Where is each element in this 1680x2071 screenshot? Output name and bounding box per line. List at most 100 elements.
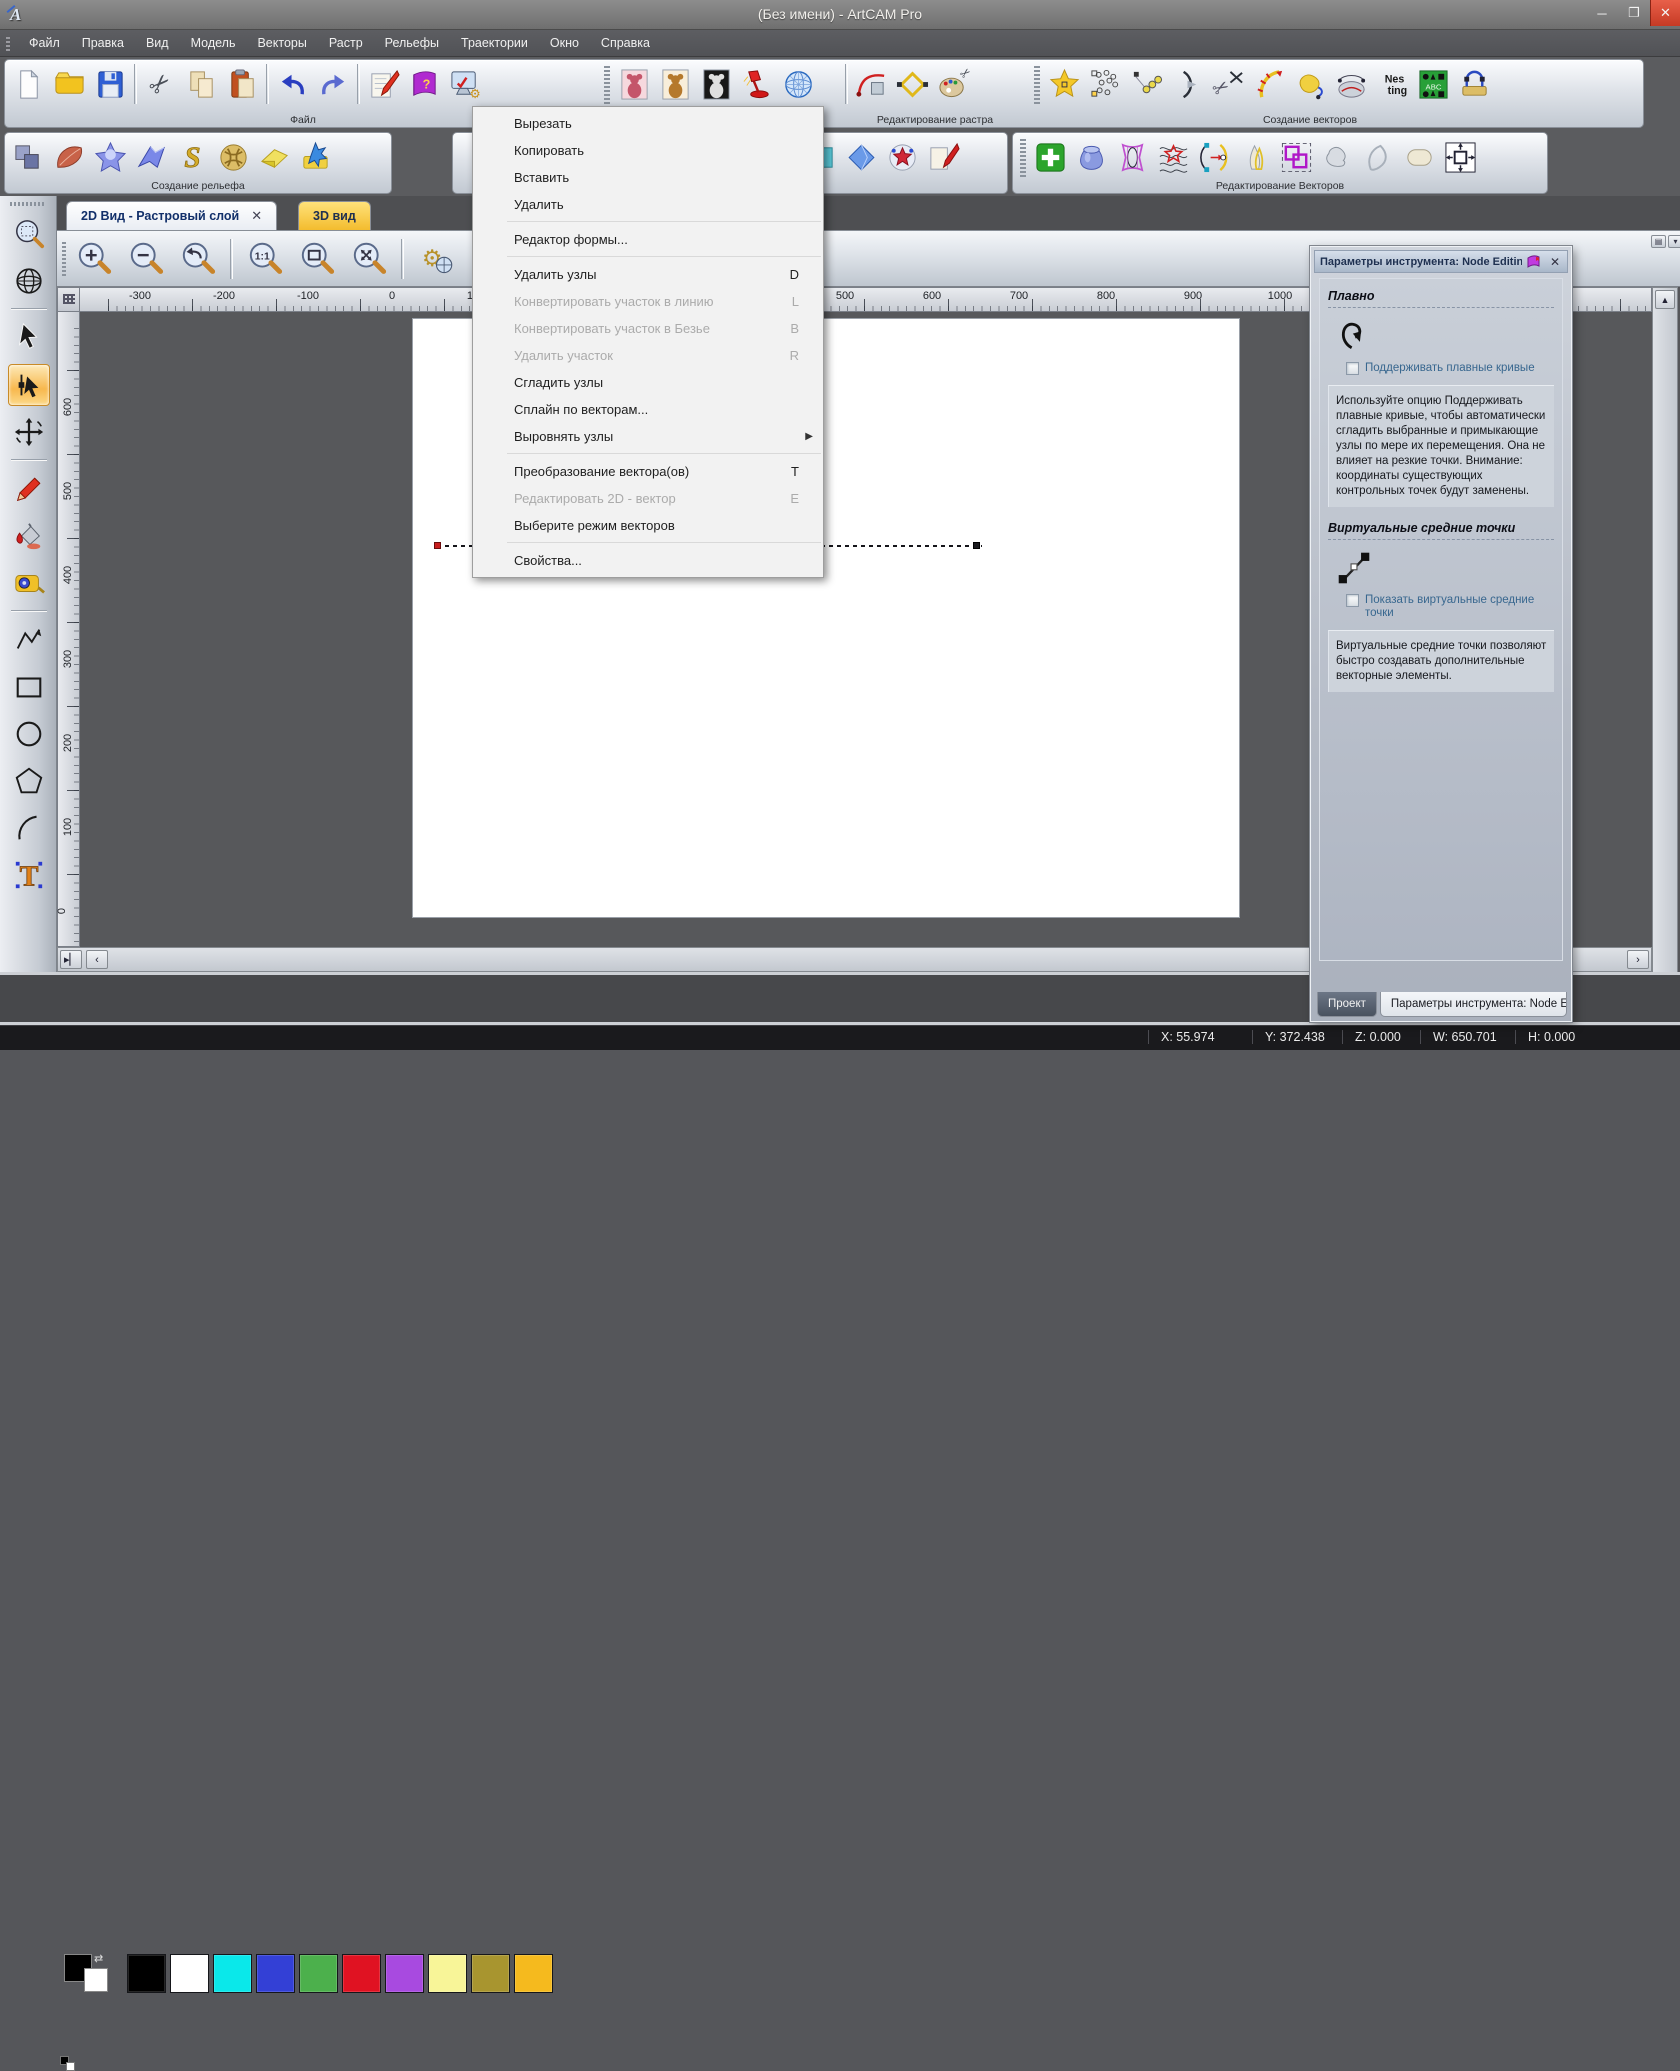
offset-outline-button[interactable] xyxy=(1235,134,1276,180)
ruler-corner[interactable] xyxy=(57,287,80,312)
redo-button[interactable] xyxy=(313,61,354,107)
zoom-previous-button[interactable] xyxy=(175,236,221,282)
blob-gray-button[interactable] xyxy=(1317,134,1358,180)
flood-fill-tool-button[interactable] xyxy=(8,515,50,557)
tab-2d-view[interactable]: 2D Вид - Растровый слой ✕ xyxy=(66,201,278,230)
context-menu-item[interactable]: Выберите режим векторов xyxy=(473,512,823,539)
drag-handle[interactable] xyxy=(1034,64,1040,104)
menu-5[interactable]: Векторы xyxy=(246,32,317,54)
greyscale-view-button[interactable] xyxy=(696,61,737,107)
context-menu-item[interactable]: Преобразование вектора(ов) T xyxy=(473,458,823,485)
pane-split-button[interactable]: ▸▏ xyxy=(60,950,82,969)
raster-palette-button[interactable]: ✂ xyxy=(933,61,974,107)
context-menu-item[interactable]: Вставить xyxy=(473,164,823,191)
new-document-button[interactable] xyxy=(8,61,49,107)
sphere-view-button[interactable] xyxy=(778,61,819,107)
show-midpoints-checkbox[interactable] xyxy=(1346,594,1359,607)
extrude-button[interactable] xyxy=(131,134,172,180)
vector-start-node[interactable] xyxy=(434,542,441,549)
petal-button[interactable] xyxy=(49,134,90,180)
sketch-button[interactable] xyxy=(923,134,964,180)
color-swatch-9[interactable] xyxy=(471,1954,510,1993)
context-menu-item[interactable]: Удалить xyxy=(473,191,823,218)
bitmap-2d-view-button[interactable] xyxy=(614,61,655,107)
vector-to-raster-button[interactable] xyxy=(851,61,892,107)
menu-2[interactable]: Правка xyxy=(71,32,135,54)
view-options-button[interactable]: ⚙ xyxy=(413,236,459,282)
transform-tool-button[interactable] xyxy=(8,411,50,453)
drag-handle[interactable] xyxy=(1020,137,1026,177)
context-menu-item[interactable]: Удалить узлы D xyxy=(473,261,823,288)
tab-3d-view[interactable]: 3D вид xyxy=(298,201,371,230)
zoom-rect-button[interactable] xyxy=(294,236,340,282)
jar-button[interactable] xyxy=(1071,134,1112,180)
menu-6[interactable]: Растр xyxy=(318,32,374,54)
letter-s-button[interactable]: S xyxy=(172,134,213,180)
project-tab[interactable]: Проект xyxy=(1317,992,1377,1017)
text-tool-button[interactable]: T xyxy=(8,854,50,896)
context-menu-item[interactable]: Копировать xyxy=(473,137,823,164)
polygon-tool-button[interactable] xyxy=(8,760,50,802)
cut-button[interactable]: ✂ xyxy=(140,61,181,107)
context-menu-item[interactable]: Сплайн по векторам... xyxy=(473,396,823,423)
star-nodes-button[interactable] xyxy=(1044,61,1085,107)
menu-1[interactable]: Файл xyxy=(18,32,71,54)
vector-end-node[interactable] xyxy=(973,542,980,549)
color-swatch-3[interactable] xyxy=(213,1954,252,1993)
copy-button[interactable] xyxy=(181,61,222,107)
context-menu-item[interactable]: Выровнять узлы ▶ xyxy=(473,423,823,450)
nesting-button[interactable]: Nes ting xyxy=(1372,61,1413,107)
color-swatch-2[interactable] xyxy=(170,1954,209,1993)
scroll-left-button[interactable]: ‹ xyxy=(86,950,108,969)
diamond-tool-button[interactable] xyxy=(841,134,882,180)
text-grid-button[interactable]: ABC xyxy=(1413,61,1454,107)
select-tool-button[interactable] xyxy=(8,317,50,359)
slot-gray-button[interactable] xyxy=(1399,134,1440,180)
scroll-right-button[interactable]: › xyxy=(1627,950,1649,969)
zoom-1-1-button[interactable]: 1:1 xyxy=(242,236,288,282)
stretch-arc-button[interactable] xyxy=(1194,134,1235,180)
save-button[interactable] xyxy=(90,61,131,107)
zoom-out-button[interactable] xyxy=(123,236,169,282)
drag-handle[interactable] xyxy=(604,64,610,104)
arc-tool-button[interactable] xyxy=(8,807,50,849)
help-book-icon[interactable] xyxy=(1527,254,1543,269)
squares2-button[interactable] xyxy=(8,134,49,180)
context-menu-item[interactable]: Свойства... xyxy=(473,547,823,574)
scroll-up-button[interactable]: ▲ xyxy=(1655,290,1675,309)
color-swatch-6[interactable] xyxy=(342,1954,381,1993)
shape-editor-button[interactable] xyxy=(363,61,404,107)
paste-button[interactable] xyxy=(222,61,263,107)
tool-settings-tab[interactable]: Параметры инструмента: Node E... xyxy=(1379,992,1567,1017)
preferences-button[interactable]: ⚙ xyxy=(445,61,486,107)
tab-close-icon[interactable]: ✕ xyxy=(251,208,262,224)
zoom-fit-button[interactable] xyxy=(346,236,392,282)
color-swatch-5[interactable] xyxy=(299,1954,338,1993)
zoom-box-tool-button[interactable] xyxy=(8,213,50,255)
menu-10[interactable]: Справка xyxy=(590,32,661,54)
add-vectors-button[interactable] xyxy=(1030,134,1071,180)
node-edit-tool-button[interactable] xyxy=(7,363,50,406)
panel-close-icon[interactable]: ✕ xyxy=(1548,255,1562,269)
zoom-in-button[interactable] xyxy=(71,236,117,282)
node-chain-button[interactable] xyxy=(1126,61,1167,107)
draw-tool-button[interactable] xyxy=(8,468,50,510)
secondary-color-swatch[interactable] xyxy=(84,1968,108,1992)
light-settings-button[interactable] xyxy=(737,61,778,107)
weave-button[interactable] xyxy=(213,134,254,180)
group-vectors-button[interactable] xyxy=(1276,134,1317,180)
color-swatch-8[interactable] xyxy=(428,1954,467,1993)
transform-tool-button[interactable] xyxy=(1440,134,1481,180)
rectangle-tool-button[interactable] xyxy=(8,666,50,708)
dots-array-button[interactable] xyxy=(1085,61,1126,107)
menu-7[interactable]: Рельефы xyxy=(374,32,450,54)
panel-header[interactable]: Параметры инструмента: Node Editing ✕ xyxy=(1314,250,1568,273)
view-3d-tool-button[interactable] xyxy=(8,260,50,302)
measure-tool-button[interactable] xyxy=(8,562,50,604)
star-ball-button[interactable] xyxy=(882,134,923,180)
curve-gray-button[interactable] xyxy=(1358,134,1399,180)
circle-tool-button[interactable] xyxy=(8,713,50,755)
undo-button[interactable] xyxy=(272,61,313,107)
wedge-button[interactable] xyxy=(254,134,295,180)
wrap-relief-button[interactable] xyxy=(1331,61,1372,107)
